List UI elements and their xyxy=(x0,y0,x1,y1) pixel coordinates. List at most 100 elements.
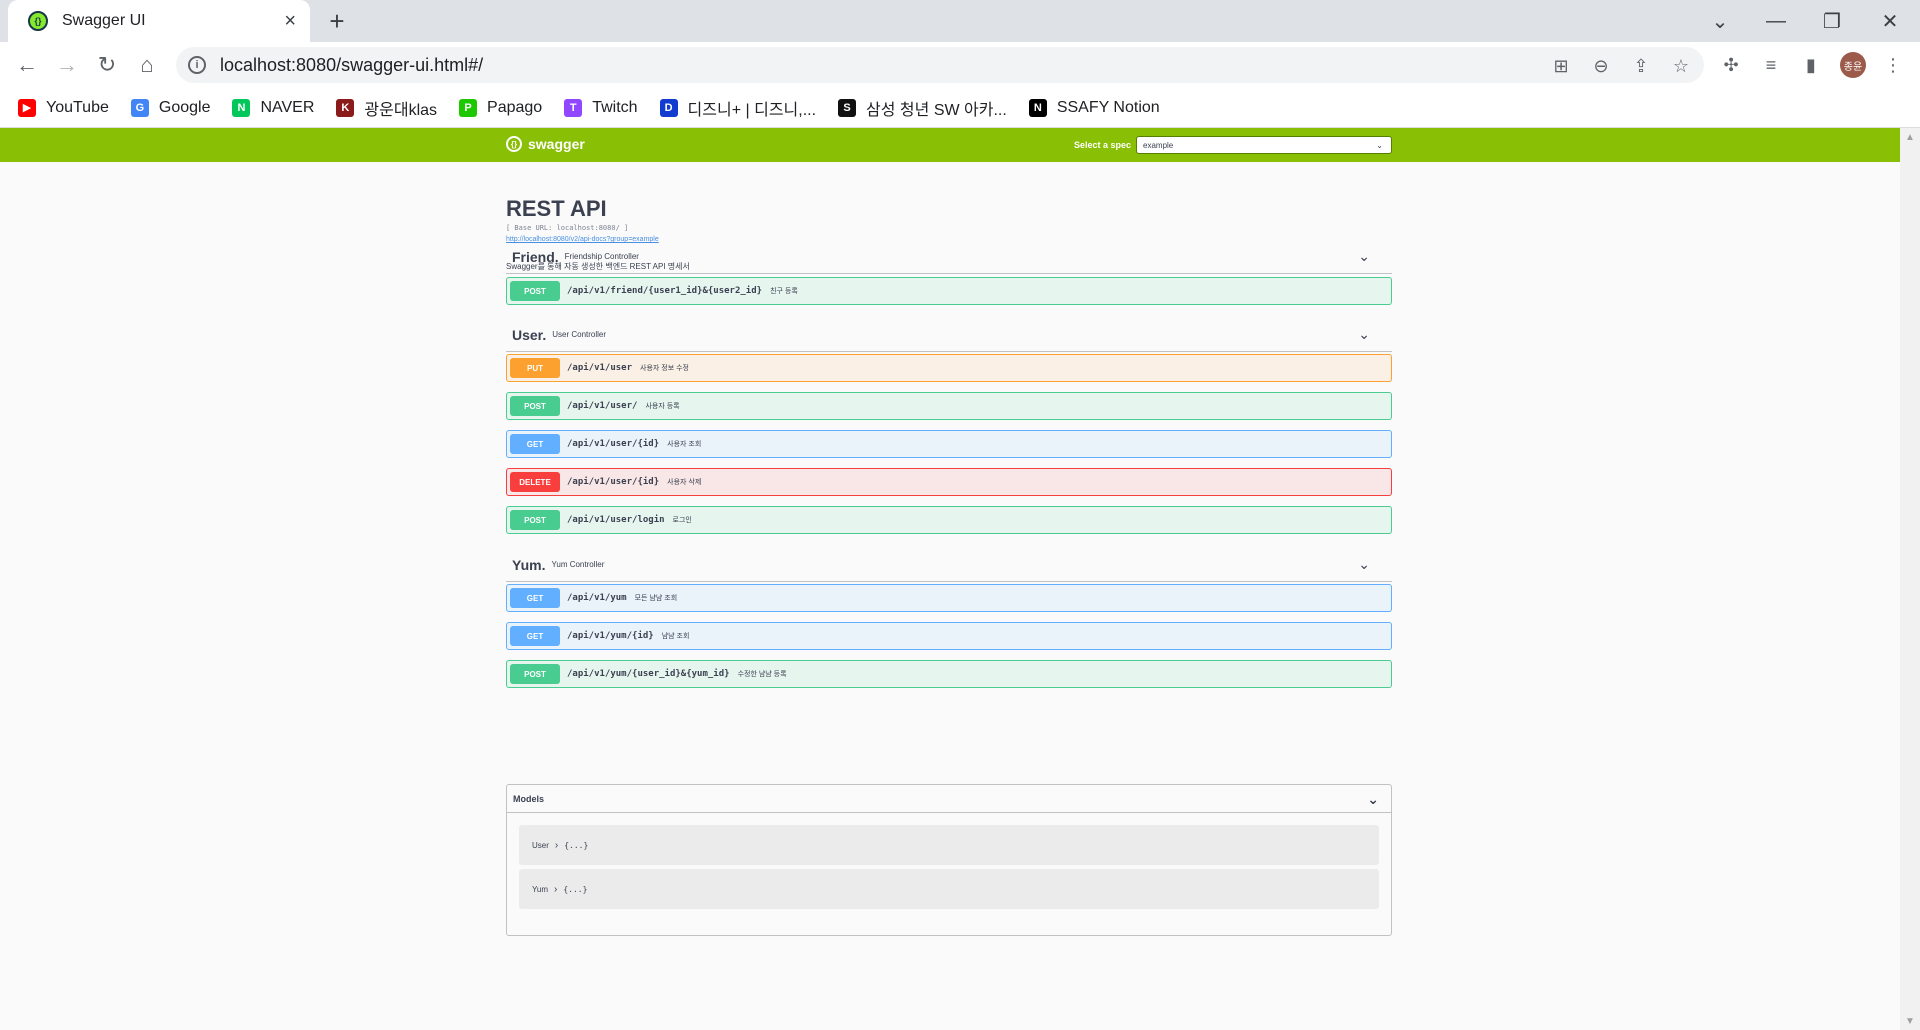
api-title: REST API xyxy=(506,196,607,221)
operation-get[interactable]: GET/api/v1/user/{id} 사용자 조회 xyxy=(506,430,1392,458)
reload-icon[interactable]: ↻ xyxy=(92,50,122,80)
minimize-button[interactable]: — xyxy=(1756,6,1796,36)
operation-path: /api/v1/user/ xyxy=(567,401,638,411)
bookmark-item[interactable]: K 광운대klas xyxy=(336,96,437,120)
operation-delete[interactable]: DELETE/api/v1/user/{id} 사용자 삭제 xyxy=(506,468,1392,496)
swagger-logo[interactable]: {} swagger xyxy=(506,136,585,152)
back-arrow-icon[interactable]: ← xyxy=(12,50,42,80)
bookmark-item[interactable]: N SSAFY Notion xyxy=(1028,98,1160,117)
operation-summary: 친구 등록 xyxy=(770,288,798,295)
kw-icon: K xyxy=(336,98,355,117)
zoom-icon[interactable]: ⊖ xyxy=(1590,55,1612,77)
new-tab-button[interactable]: + xyxy=(322,6,352,36)
bookmark-item[interactable]: S 삼성 청년 SW 아카... xyxy=(838,96,1007,120)
bookmark-label: NAVER xyxy=(260,98,315,116)
tag-name: Yum. xyxy=(512,556,546,573)
bookmarks-bar: ▶ YouTube G Google N NAVER K 광운대klas P Papago T Twi… xyxy=(0,88,1920,128)
tab-close-button[interactable]: × xyxy=(284,10,296,33)
method-badge: GET xyxy=(510,626,560,646)
tag-header-user[interactable]: User. User Controller ⌄ xyxy=(506,318,1392,352)
page-viewport: {} swagger Select a spec example ⌄ REST … xyxy=(0,128,1900,1030)
model-name: User xyxy=(532,840,549,850)
chevron-down-icon[interactable]: ⌄ xyxy=(1358,556,1370,573)
bookmark-label: Twitch xyxy=(592,98,638,116)
method-badge: POST xyxy=(510,510,560,530)
operation-summary: 사용자 정보 수정 xyxy=(640,365,690,372)
swagger-logo-icon: {} xyxy=(506,136,522,152)
model-name: Yum xyxy=(532,884,549,894)
spec-label: Select a spec xyxy=(1074,140,1132,150)
menu-kebab-icon[interactable]: ⋮ xyxy=(1880,52,1906,78)
bookmark-item[interactable]: T Twitch xyxy=(564,98,638,117)
close-window-button[interactable]: ✕ xyxy=(1870,6,1910,36)
youtube-icon: ▶ xyxy=(18,98,36,117)
tag-header-friend[interactable]: Friend. Friendship Controller ⌄ xyxy=(506,240,1392,274)
operation-get[interactable]: GET/api/v1/yum/{id} 냠냠 조회 xyxy=(506,622,1392,650)
operation-path: /api/v1/yum xyxy=(567,593,627,603)
model-braces: {...} xyxy=(564,840,589,850)
operation-post[interactable]: POST/api/v1/yum/{user_id}&{yum_id} 수정한 냠냠… xyxy=(506,660,1392,688)
browser-tab[interactable]: {} Swagger UI × xyxy=(8,0,310,42)
side-panel-icon[interactable]: ▮ xyxy=(1798,52,1824,78)
tag-description: User Controller xyxy=(552,330,607,339)
models-title: Models xyxy=(513,793,545,804)
bookmark-label: Google xyxy=(158,98,211,116)
bookmark-label: 디즈니+ | 디즈니,... xyxy=(687,101,817,119)
bookmark-item[interactable]: N NAVER xyxy=(232,98,315,117)
scroll-down-icon[interactable]: ▼ xyxy=(1905,1016,1915,1027)
bookmark-star-icon[interactable]: ☆ xyxy=(1670,55,1692,77)
operation-summary: 모든 냠냠 조회 xyxy=(634,595,678,602)
tag-description: Friendship Controller xyxy=(564,252,639,261)
swagger-logo-text: swagger xyxy=(528,136,585,152)
method-badge: POST xyxy=(510,281,560,301)
share-icon[interactable]: ⇪ xyxy=(1630,55,1652,77)
restore-button[interactable]: ❐ xyxy=(1812,6,1852,36)
bookmark-item[interactable]: D 디즈니+ | 디즈니,... xyxy=(659,96,817,120)
bookmark-label: 광운대klas xyxy=(364,101,438,119)
operation-put[interactable]: PUT/api/v1/user 사용자 정보 수정 xyxy=(506,354,1392,382)
swagger-favicon-icon: {} xyxy=(28,11,48,31)
chevron-right-icon: › xyxy=(554,839,559,851)
profile-avatar[interactable]: 종윤 xyxy=(1840,52,1866,78)
bookmark-label: YouTube xyxy=(46,98,109,116)
bookmark-item[interactable]: ▶ YouTube xyxy=(18,98,109,117)
chevron-down-icon[interactable]: ⌄ xyxy=(1367,791,1379,808)
page-scrollbar[interactable]: ▲ ▼ xyxy=(1900,128,1920,1030)
scroll-up-icon[interactable]: ▲ xyxy=(1905,132,1915,143)
translate-icon[interactable]: ⊞ xyxy=(1550,55,1572,77)
models-header[interactable]: Models ⌄ xyxy=(507,785,1391,813)
browser-toolbar: ← → ↻ ⌂ i localhost:8080/swagger-ui.html… xyxy=(0,42,1920,88)
disney-icon: D xyxy=(659,98,678,117)
operation-get[interactable]: GET/api/v1/yum 모든 냠냠 조회 xyxy=(506,584,1392,612)
chevron-down-icon[interactable]: ⌄ xyxy=(1358,248,1370,265)
operation-post[interactable]: POST/api/v1/friend/{user1_id}&{user2_id}… xyxy=(506,277,1392,305)
bookmark-label: SSAFY Notion xyxy=(1056,98,1160,116)
bookmark-item[interactable]: G Google xyxy=(130,98,211,117)
papago-icon: P xyxy=(459,98,478,117)
operation-path: /api/v1/yum/{user_id}&{yum_id} xyxy=(567,669,730,679)
operation-summary: 사용자 등록 xyxy=(645,403,680,410)
site-info-icon[interactable]: i xyxy=(188,56,206,74)
operation-summary: 사용자 삭제 xyxy=(667,479,702,486)
chevron-down-icon[interactable]: ⌄ xyxy=(1358,326,1370,343)
bookmark-item[interactable]: P Papago xyxy=(459,98,542,117)
address-bar[interactable]: i localhost:8080/swagger-ui.html#/ ⊞ ⊖ ⇪… xyxy=(176,47,1704,83)
operation-post[interactable]: POST/api/v1/user/login 로그인 xyxy=(506,506,1392,534)
forward-arrow-icon[interactable]: → xyxy=(52,50,82,80)
home-icon[interactable]: ⌂ xyxy=(132,50,162,80)
extensions-icon[interactable]: ✣ xyxy=(1718,52,1744,78)
url-text[interactable]: localhost:8080/swagger-ui.html#/ xyxy=(220,55,483,76)
tag-description: Yum Controller xyxy=(551,560,605,569)
chevron-right-icon: › xyxy=(554,883,558,895)
tab-search-button[interactable]: ⌄ xyxy=(1700,6,1740,36)
operation-post[interactable]: POST/api/v1/user/사용자 등록 xyxy=(506,392,1392,420)
reading-list-icon[interactable]: ≡ xyxy=(1758,52,1784,78)
method-badge: PUT xyxy=(510,358,560,378)
bookmark-label: 삼성 청년 SW 아카... xyxy=(866,101,1007,119)
tag-header-yum[interactable]: Yum. Yum Controller ⌄ xyxy=(506,548,1392,582)
model-yum[interactable]: Yum › {...} xyxy=(519,869,1379,909)
model-user[interactable]: User › {...} xyxy=(519,825,1379,865)
operation-summary: 로그인 xyxy=(672,517,692,524)
spec-select[interactable]: example ⌄ xyxy=(1136,136,1392,154)
operation-summary: 냠냠 조회 xyxy=(661,633,690,640)
